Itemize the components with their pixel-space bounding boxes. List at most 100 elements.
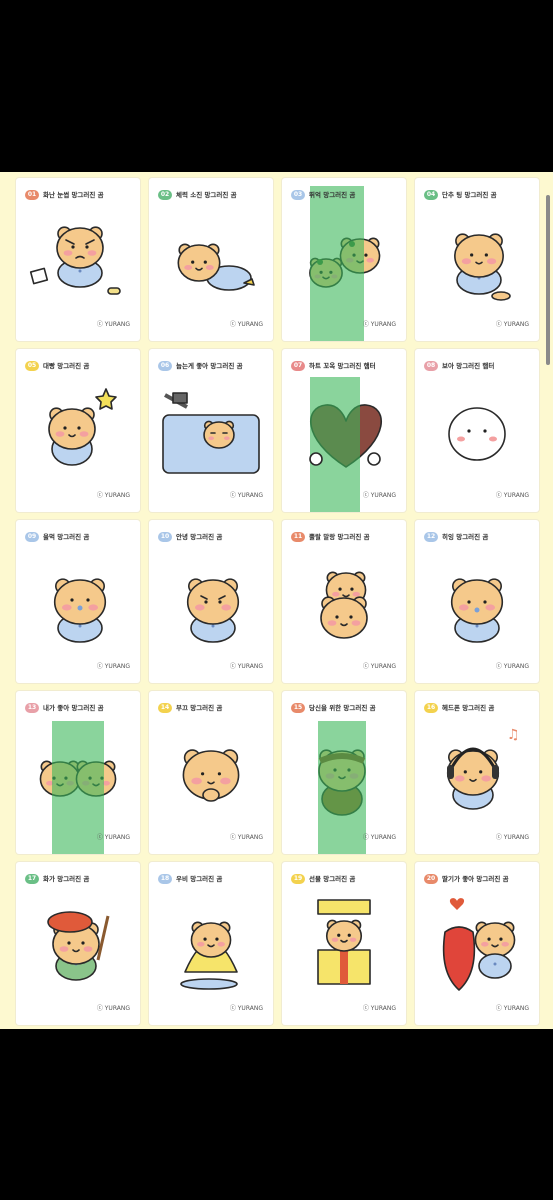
sticker-number-badge: 12: [424, 532, 438, 542]
sticker-illustration-heart: [309, 377, 382, 512]
sticker-illustration-hello: [186, 578, 240, 643]
sticker-illustration-angry: [29, 226, 121, 295]
sticker-title: 울먹 망그러진 곰: [43, 533, 90, 541]
sticker-illustration-shy: [182, 749, 240, 802]
sticker-number-badge: 01: [25, 190, 39, 200]
sticker-card[interactable]: 13 내가 좋아 망그러진 곰 ⓒ YURANG: [16, 691, 140, 854]
sticker-title: 하트 꼬옥 망그러진 햄터: [309, 362, 376, 370]
sticker-illustration-gift: [317, 899, 371, 985]
sticker-card[interactable]: ♫ 16 헤드폰 망그러진 곰 ⓒ YURANG: [415, 691, 539, 854]
sticker-title: 보아 망그러진 햄터: [442, 362, 495, 370]
sticker-credit: ⓒ YURANG: [495, 321, 529, 328]
sticker-credit: ⓒ YURANG: [362, 321, 396, 328]
sticker-card[interactable]: 02 체력 소진 망그러진 곰 ⓒ YURANG: [149, 178, 273, 341]
sticker-credit: ⓒ YURANG: [229, 663, 263, 670]
sticker-title: 딸기가 좋아 망그러진 곰: [442, 875, 509, 883]
sticker-illustration-tired: [177, 243, 255, 291]
sticker-card[interactable]: 04 단추 팅 망그러진 곰 ⓒ YURANG: [415, 178, 539, 341]
sticker-illustration-raincoat: [180, 921, 238, 990]
sticker-title: 눕는게 좋아 망그러진 곰: [176, 362, 243, 370]
sticker-number-badge: 09: [25, 532, 39, 542]
sticker-credit: ⓒ YURANG: [229, 834, 263, 841]
scrollbar[interactable]: [546, 195, 550, 365]
sticker-number-badge: 08: [424, 361, 438, 371]
sticker-number-badge: 19: [291, 874, 305, 884]
sticker-title: 화난 눈썹 망그러진 곰: [43, 191, 104, 199]
sticker-card[interactable]: 08 보아 망그러진 햄터 ⓒ YURANG: [415, 349, 539, 512]
sticker-card[interactable]: 12 히잉 망그러진 곰 ⓒ YURANG: [415, 520, 539, 683]
sticker-credit: ⓒ YURANG: [229, 321, 263, 328]
sticker-title: 화가 망그러진 곰: [43, 875, 90, 883]
sticker-title: 선물 망그러진 곰: [309, 875, 356, 883]
sticker-card[interactable]: 01 화난 눈썹 망그러진 곰 ⓒ YURANG: [16, 178, 140, 341]
sticker-illustration-sad: [450, 578, 504, 643]
sticker-number-badge: 14: [158, 703, 172, 713]
sticker-credit: ⓒ YURANG: [96, 1005, 130, 1012]
sticker-title: 히잉 망그러진 곰: [442, 533, 489, 541]
sticker-title: 우비 망그러진 곰: [176, 875, 223, 883]
sticker-number-badge: 20: [424, 874, 438, 884]
sticker-sheet: 01 화난 눈썹 망그러진 곰 ⓒ YURANG 02 체력 소진 망그러진 곰 ⓒ Y…: [0, 172, 553, 1029]
sticker-illustration-mummy: [318, 721, 366, 854]
sticker-credit: ⓒ YURANG: [362, 663, 396, 670]
sticker-card[interactable]: 18 우비 망그러진 곰 ⓒ YURANG: [149, 862, 273, 1025]
sticker-credit: ⓒ YURANG: [362, 834, 396, 841]
sticker-title: 뛰억 망그러진 곰: [309, 191, 356, 199]
sticker-number-badge: 06: [158, 361, 172, 371]
sticker-illustration-hug: [39, 721, 117, 854]
sticker-credit: ⓒ YURANG: [96, 492, 130, 499]
sticker-number-badge: 04: [424, 190, 438, 200]
sticker-number-badge: 07: [291, 361, 305, 371]
sticker-title: 체력 소진 망그러진 곰: [176, 191, 237, 199]
sticker-illustration-sleep: [162, 392, 260, 474]
sticker-credit: ⓒ YURANG: [96, 663, 130, 670]
sticker-number-badge: 02: [158, 190, 172, 200]
sticker-card[interactable]: 20 딸기가 좋아 망그러진 곰 ⓒ YURANG: [415, 862, 539, 1025]
sticker-illustration-strawberry: [442, 898, 516, 991]
sticker-illustration-music: ♫: [446, 727, 520, 810]
sticker-card[interactable]: 14 부끄 망그러진 곰 ⓒ YURANG: [149, 691, 273, 854]
sticker-credit: ⓒ YURANG: [96, 834, 130, 841]
sticker-credit: ⓒ YURANG: [495, 492, 529, 499]
sticker-credit: ⓒ YURANG: [495, 834, 529, 841]
sticker-illustration-frog: [309, 186, 381, 341]
svg-text:♫: ♫: [507, 727, 520, 743]
sticker-illustration-star: [48, 388, 117, 466]
sticker-number-badge: 15: [291, 703, 305, 713]
sticker-number-badge: 16: [424, 703, 438, 713]
sticker-card[interactable]: 11 뿔랄 말랑 망그러진 곰 ⓒ YURANG: [282, 520, 406, 683]
sticker-card[interactable]: 17 화가 망그러진 곰 ⓒ YURANG: [16, 862, 140, 1025]
sticker-title: 대빵 망그러진 곰: [43, 362, 90, 370]
sticker-illustration-painter: [47, 911, 110, 981]
sticker-number-badge: 05: [25, 361, 39, 371]
sticker-card[interactable]: 10 안녕 망그러진 곰 ⓒ YURANG: [149, 520, 273, 683]
sticker-number-badge: 03: [291, 190, 305, 200]
sticker-illustration-ghost: [448, 407, 506, 461]
sticker-credit: ⓒ YURANG: [495, 663, 529, 670]
sticker-credit: ⓒ YURANG: [495, 1005, 529, 1012]
sticker-number-badge: 18: [158, 874, 172, 884]
sticker-number-badge: 17: [25, 874, 39, 884]
sticker-number-badge: 13: [25, 703, 39, 713]
sticker-card[interactable]: 15 당신을 위한 망그러진 곰 ⓒ YURANG: [282, 691, 406, 854]
sticker-credit: ⓒ YURANG: [96, 321, 130, 328]
sticker-number-badge: 10: [158, 532, 172, 542]
sticker-title: 단추 팅 망그러진 곰: [442, 191, 497, 199]
sticker-card[interactable]: 09 울먹 망그러진 곰 ⓒ YURANG: [16, 520, 140, 683]
sticker-illustration-stack: [320, 571, 368, 639]
sticker-title: 내가 좋아 망그러진 곰: [43, 704, 104, 712]
sticker-card[interactable]: 19 선물 망그러진 곰 ⓒ YURANG: [282, 862, 406, 1025]
sticker-credit: ⓒ YURANG: [362, 492, 396, 499]
sticker-title: 안녕 망그러진 곰: [176, 533, 223, 541]
sticker-title: 부끄 망그러진 곰: [176, 704, 223, 712]
sticker-credit: ⓒ YURANG: [229, 1005, 263, 1012]
sticker-illustration-button: [454, 233, 511, 301]
sticker-illustration-cry: [53, 578, 107, 643]
sticker-card[interactable]: 06 눕는게 좋아 망그러진 곰 ⓒ YURANG: [149, 349, 273, 512]
sticker-card[interactable]: 05 대빵 망그러진 곰 ⓒ YURANG: [16, 349, 140, 512]
sticker-card[interactable]: 07 하트 꼬옥 망그러진 햄터 ⓒ YURANG: [282, 349, 406, 512]
sticker-card[interactable]: 03 뛰억 망그러진 곰 ⓒ YURANG: [282, 178, 406, 341]
sticker-title: 뿔랄 말랑 망그러진 곰: [309, 533, 370, 541]
sticker-credit: ⓒ YURANG: [229, 492, 263, 499]
sticker-title: 헤드폰 망그러진 곰: [442, 704, 495, 712]
